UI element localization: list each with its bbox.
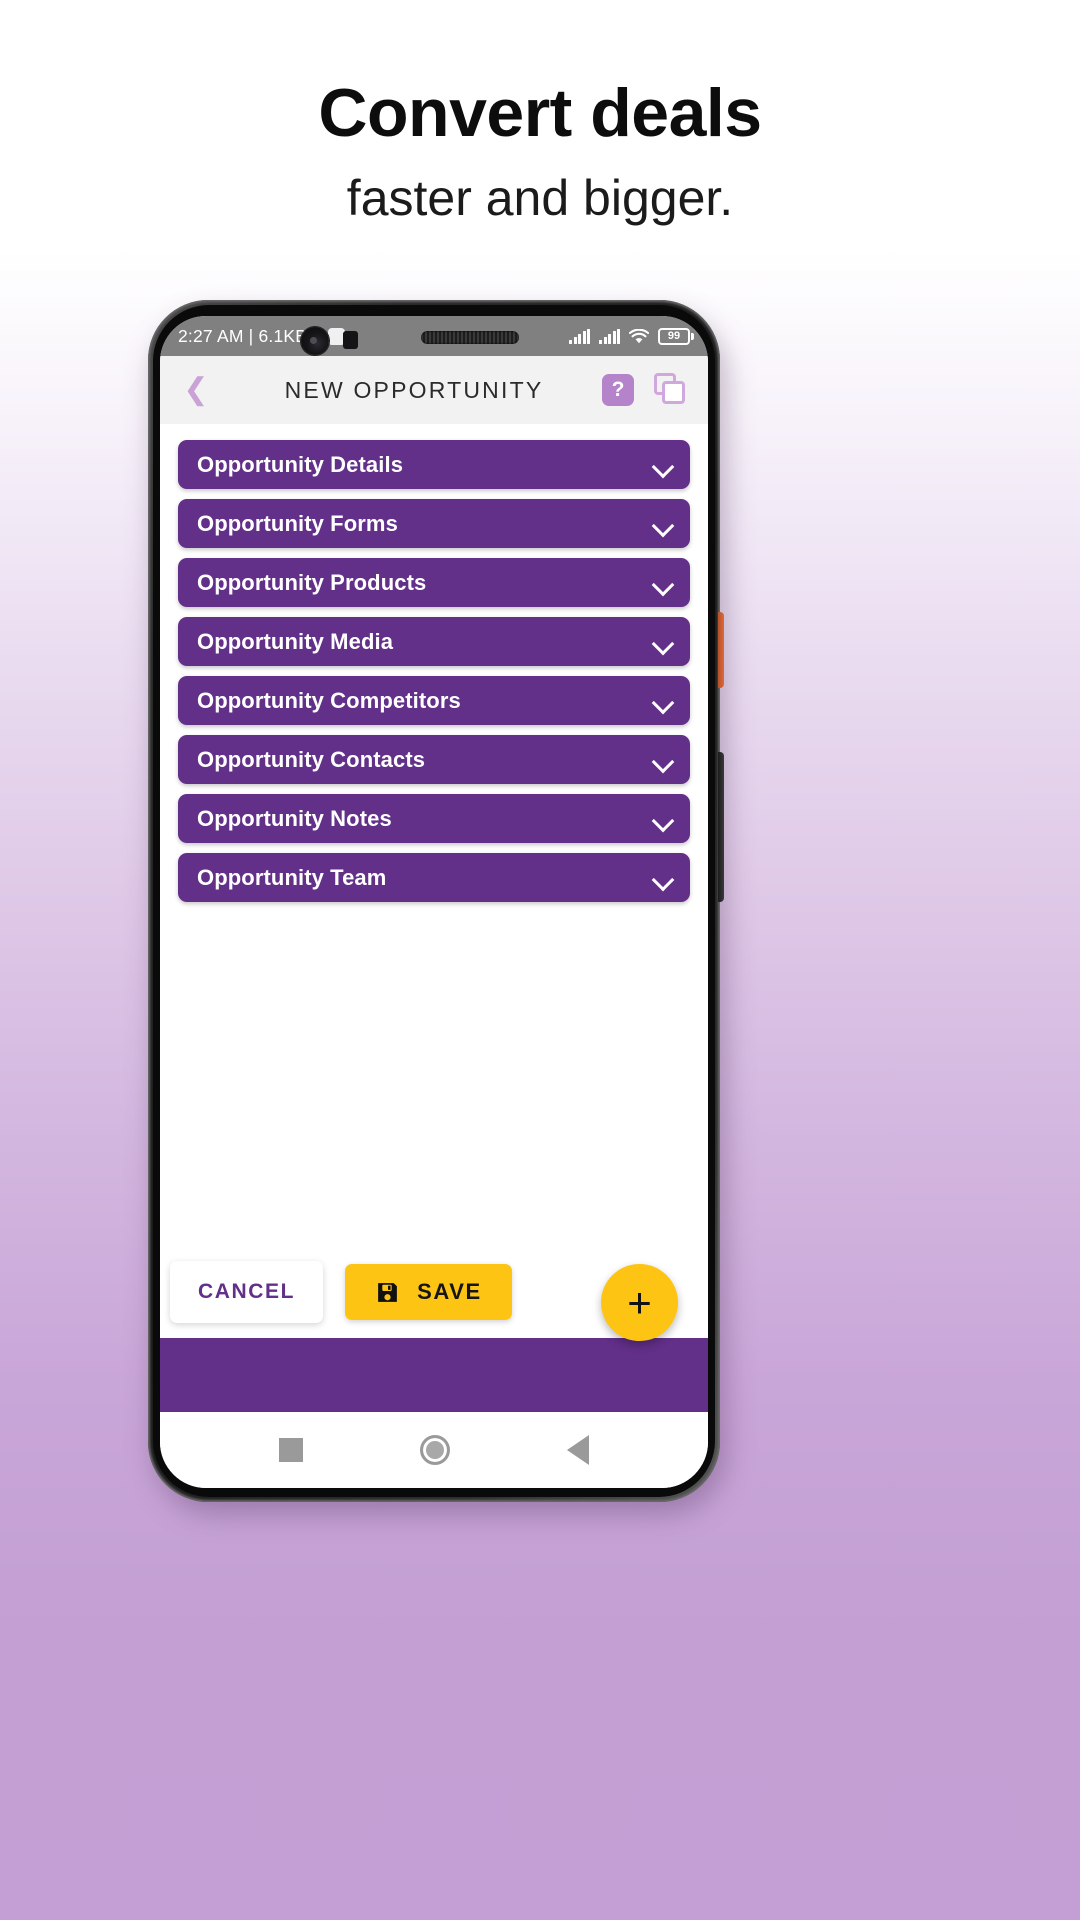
phone-bezel: 2:27 AM | 6.1KB/s 99 ❮ NEW OPPORTUNITY ?…	[153, 305, 715, 1497]
square-icon[interactable]	[278, 1438, 303, 1462]
volume-button[interactable]	[718, 752, 724, 902]
accordion-item-opportunity-forms[interactable]: Opportunity Forms	[178, 499, 690, 548]
status-bar-right: 99	[569, 327, 694, 345]
battery-tip	[691, 332, 694, 340]
app-bar: ❮ NEW OPPORTUNITY ?	[160, 356, 708, 424]
bottom-purple-bar	[160, 1338, 708, 1412]
plus-icon: +	[627, 1278, 652, 1326]
phone-body: 2:27 AM | 6.1KB/s 99 ❮ NEW OPPORTUNITY ?…	[148, 300, 724, 1502]
chevron-down-icon[interactable]	[653, 459, 673, 471]
wifi-icon	[628, 328, 650, 344]
signal-bars-icon-sim1	[569, 328, 590, 344]
accordion-label: Opportunity Competitors	[197, 687, 461, 713]
chevron-left-icon[interactable]: ❮	[176, 370, 216, 410]
accordion-item-opportunity-contacts[interactable]: Opportunity Contacts	[178, 735, 690, 784]
chevron-down-icon[interactable]	[653, 872, 673, 884]
signal-bars-icon-sim2	[599, 328, 620, 344]
chevron-down-icon[interactable]	[653, 636, 673, 648]
save-button[interactable]: SAVE	[345, 1264, 512, 1320]
page-subtitle: faster and bigger.	[346, 170, 734, 227]
phone-mockup: 2:27 AM | 6.1KB/s 99 ❮ NEW OPPORTUNITY ?…	[148, 300, 732, 1516]
battery-icon: 99	[658, 327, 694, 345]
accordion-list: Opportunity Details Opportunity Forms Op…	[160, 424, 708, 1246]
status-time-and-speed: 2:27 AM | 6.1KB/s	[178, 325, 322, 346]
chevron-down-icon[interactable]	[653, 813, 673, 825]
android-status-bar: 2:27 AM | 6.1KB/s 99	[160, 316, 708, 356]
battery-percent: 99	[658, 327, 690, 345]
circle-icon[interactable]	[419, 1435, 450, 1465]
accordion-label: Opportunity Team	[197, 864, 387, 890]
page-title: Convert deals	[318, 75, 762, 151]
accordion-item-opportunity-products[interactable]: Opportunity Products	[178, 558, 690, 607]
bottom-action-bar: CANCEL SAVE +	[160, 1246, 708, 1341]
promo-header: Convert deals faster and bigger.	[0, 0, 1080, 226]
save-button-label: SAVE	[417, 1279, 482, 1304]
chevron-down-icon[interactable]	[653, 754, 673, 766]
accordion-label: Opportunity Forms	[197, 510, 398, 536]
app-bar-title: NEW OPPORTUNITY	[284, 376, 544, 403]
accordion-item-opportunity-notes[interactable]: Opportunity Notes	[178, 794, 690, 843]
accordion-label: Opportunity Contacts	[197, 746, 426, 772]
notification-app-icon	[328, 327, 346, 345]
copy-icon[interactable]	[654, 373, 688, 407]
chevron-down-icon[interactable]	[653, 518, 673, 530]
accordion-label: Opportunity Products	[197, 569, 427, 595]
triangle-left-icon[interactable]	[567, 1435, 590, 1465]
accordion-item-opportunity-team[interactable]: Opportunity Team	[178, 853, 690, 902]
add-fab-button[interactable]: +	[601, 1264, 678, 1341]
chevron-down-icon[interactable]	[653, 577, 673, 589]
accordion-item-opportunity-media[interactable]: Opportunity Media	[178, 617, 690, 666]
status-bar-left: 2:27 AM | 6.1KB/s	[178, 325, 346, 347]
phone-screen: 2:27 AM | 6.1KB/s 99 ❮ NEW OPPORTUNITY ?…	[160, 316, 708, 1488]
help-button[interactable]: ?	[602, 374, 634, 406]
accordion-item-opportunity-competitors[interactable]: Opportunity Competitors	[178, 676, 690, 725]
cancel-button-label: CANCEL	[198, 1280, 296, 1303]
android-nav-bar	[160, 1412, 708, 1488]
cancel-button[interactable]: CANCEL	[170, 1261, 324, 1323]
accordion-label: Opportunity Notes	[197, 805, 392, 831]
power-button[interactable]	[718, 612, 724, 688]
accordion-label: Opportunity Media	[197, 628, 394, 654]
accordion-item-opportunity-details[interactable]: Opportunity Details	[178, 440, 690, 489]
chevron-down-icon[interactable]	[653, 695, 673, 707]
accordion-label: Opportunity Details	[197, 451, 404, 477]
floppy-disk-icon	[375, 1280, 400, 1305]
